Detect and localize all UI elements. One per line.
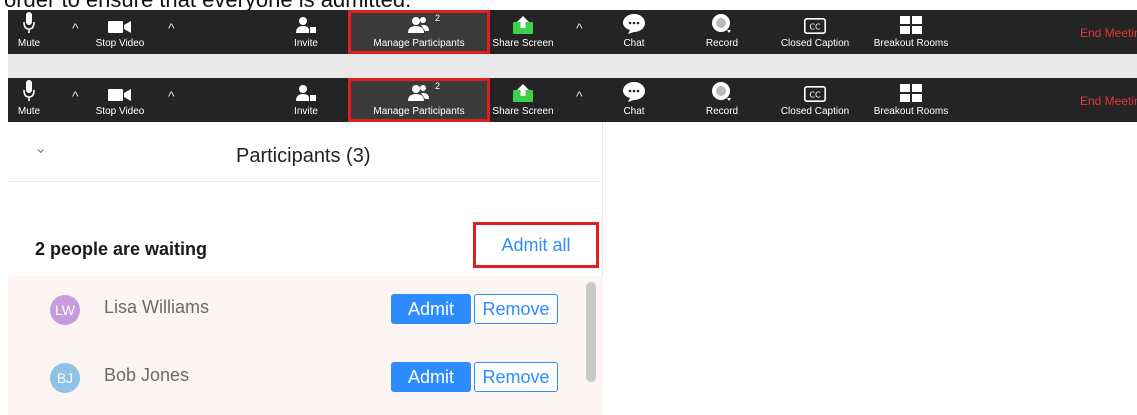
share-screen-label: Share Screen bbox=[492, 38, 554, 49]
participant-count-badge: 2 bbox=[435, 13, 441, 23]
participant-name: Lisa Williams bbox=[104, 297, 210, 317]
scrollbar[interactable] bbox=[586, 282, 596, 382]
svg-text:CC: CC bbox=[809, 91, 821, 100]
mute-options-caret[interactable]: ^ bbox=[72, 89, 79, 103]
video-camera-icon bbox=[108, 89, 131, 101]
participants-icon bbox=[408, 17, 429, 33]
list-item: LW Lisa Williams Admit Remove bbox=[8, 276, 588, 344]
closed-caption-label: Closed Caption bbox=[780, 106, 850, 117]
mute-label: Mute bbox=[17, 106, 41, 117]
waiting-list: LW Lisa Williams Admit Remove BJ Bob Jon… bbox=[8, 276, 603, 415]
video-options-caret[interactable]: ^ bbox=[168, 21, 175, 35]
share-options-caret[interactable]: ^ bbox=[576, 21, 583, 35]
invite-button[interactable]: Invite bbox=[291, 10, 321, 54]
meeting-toolbar: Mute ^ Stop Video ^ Invite Manage Partic… bbox=[8, 78, 1137, 122]
closed-caption-label: Closed Caption bbox=[780, 38, 850, 49]
stop-video-button[interactable]: Stop Video bbox=[90, 10, 150, 54]
chat-label: Chat bbox=[623, 106, 645, 117]
list-item: BJ Bob Jones Admit Remove bbox=[8, 344, 588, 412]
admit-button[interactable]: Admit bbox=[391, 294, 471, 324]
chat-icon bbox=[623, 14, 645, 34]
invite-label: Invite bbox=[294, 38, 318, 49]
end-meeting-button[interactable]: End Meeting bbox=[1080, 26, 1137, 40]
manage-participants-label: Manage Participants bbox=[373, 106, 465, 117]
closed-caption-button[interactable]: CC Closed Caption bbox=[768, 10, 862, 54]
end-meeting-button[interactable]: End Meeting bbox=[1080, 94, 1137, 108]
record-icon bbox=[712, 82, 731, 101]
chat-button[interactable]: Chat bbox=[619, 78, 649, 122]
add-user-icon bbox=[296, 85, 316, 101]
share-screen-icon bbox=[513, 16, 533, 34]
breakout-rooms-button[interactable]: Breakout Rooms bbox=[864, 10, 958, 54]
microphone-icon bbox=[23, 80, 35, 101]
manage-participants-button[interactable]: Manage Participants bbox=[348, 10, 490, 54]
share-screen-label: Share Screen bbox=[492, 106, 554, 117]
avatar: LW bbox=[50, 295, 80, 325]
toolbar-divider bbox=[8, 54, 1137, 78]
closed-caption-icon: CC bbox=[804, 86, 826, 102]
participants-icon bbox=[408, 85, 429, 101]
participants-panel: ⌄ Participants (3) 2 people are waiting … bbox=[8, 122, 603, 415]
breakout-rooms-icon bbox=[900, 84, 922, 102]
admit-all-button[interactable]: Admit all bbox=[501, 235, 570, 256]
share-screen-icon bbox=[513, 84, 533, 102]
share-options-caret[interactable]: ^ bbox=[576, 89, 583, 103]
waiting-room-label: 2 people are waiting bbox=[35, 239, 208, 259]
video-options-caret[interactable]: ^ bbox=[168, 89, 175, 103]
record-label: Record bbox=[705, 106, 739, 117]
microphone-icon bbox=[23, 12, 35, 33]
meeting-toolbar: Mute ^ Stop Video ^ Invite Manage Partic… bbox=[8, 10, 1137, 54]
chat-label: Chat bbox=[623, 38, 645, 49]
panel-title: Participants (3) bbox=[236, 145, 371, 167]
breakout-rooms-button[interactable]: Breakout Rooms bbox=[864, 78, 958, 122]
share-screen-button[interactable]: Share Screen bbox=[490, 78, 556, 122]
mute-button[interactable]: Mute bbox=[14, 78, 44, 122]
breakout-rooms-label: Breakout Rooms bbox=[873, 106, 949, 117]
participant-name: Bob Jones bbox=[104, 365, 190, 385]
record-label: Record bbox=[705, 38, 739, 49]
add-user-icon bbox=[296, 17, 316, 33]
mute-button[interactable]: Mute bbox=[14, 10, 44, 54]
video-camera-icon bbox=[108, 21, 131, 33]
share-screen-button[interactable]: Share Screen bbox=[490, 10, 556, 54]
stop-video-button[interactable]: Stop Video bbox=[90, 78, 150, 122]
mute-options-caret[interactable]: ^ bbox=[72, 21, 79, 35]
admit-all-highlight: Admit all bbox=[473, 222, 599, 268]
avatar: BJ bbox=[50, 363, 80, 393]
invite-label: Invite bbox=[294, 106, 318, 117]
stop-video-label: Stop Video bbox=[95, 106, 145, 117]
remove-button[interactable]: Remove bbox=[474, 294, 558, 324]
chat-icon bbox=[623, 82, 645, 102]
panel-header: ⌄ Participants (3) bbox=[8, 122, 603, 182]
closed-caption-icon: CC bbox=[804, 18, 826, 34]
admit-button[interactable]: Admit bbox=[391, 362, 471, 392]
record-button[interactable]: Record bbox=[704, 78, 740, 122]
record-button[interactable]: Record bbox=[704, 10, 740, 54]
chat-button[interactable]: Chat bbox=[619, 10, 649, 54]
stop-video-label: Stop Video bbox=[95, 38, 145, 49]
breakout-rooms-label: Breakout Rooms bbox=[873, 38, 949, 49]
invite-button[interactable]: Invite bbox=[291, 78, 321, 122]
breakout-rooms-icon bbox=[900, 16, 922, 34]
manage-participants-label: Manage Participants bbox=[373, 38, 465, 49]
closed-caption-button[interactable]: CC Closed Caption bbox=[768, 78, 862, 122]
record-icon bbox=[712, 14, 731, 33]
mute-label: Mute bbox=[17, 38, 41, 49]
participant-count-badge: 2 bbox=[435, 81, 441, 91]
manage-participants-button[interactable]: Manage Participants bbox=[348, 78, 490, 122]
svg-text:CC: CC bbox=[809, 23, 821, 32]
remove-button[interactable]: Remove bbox=[474, 362, 558, 392]
chevron-down-icon[interactable]: ⌄ bbox=[34, 138, 47, 158]
